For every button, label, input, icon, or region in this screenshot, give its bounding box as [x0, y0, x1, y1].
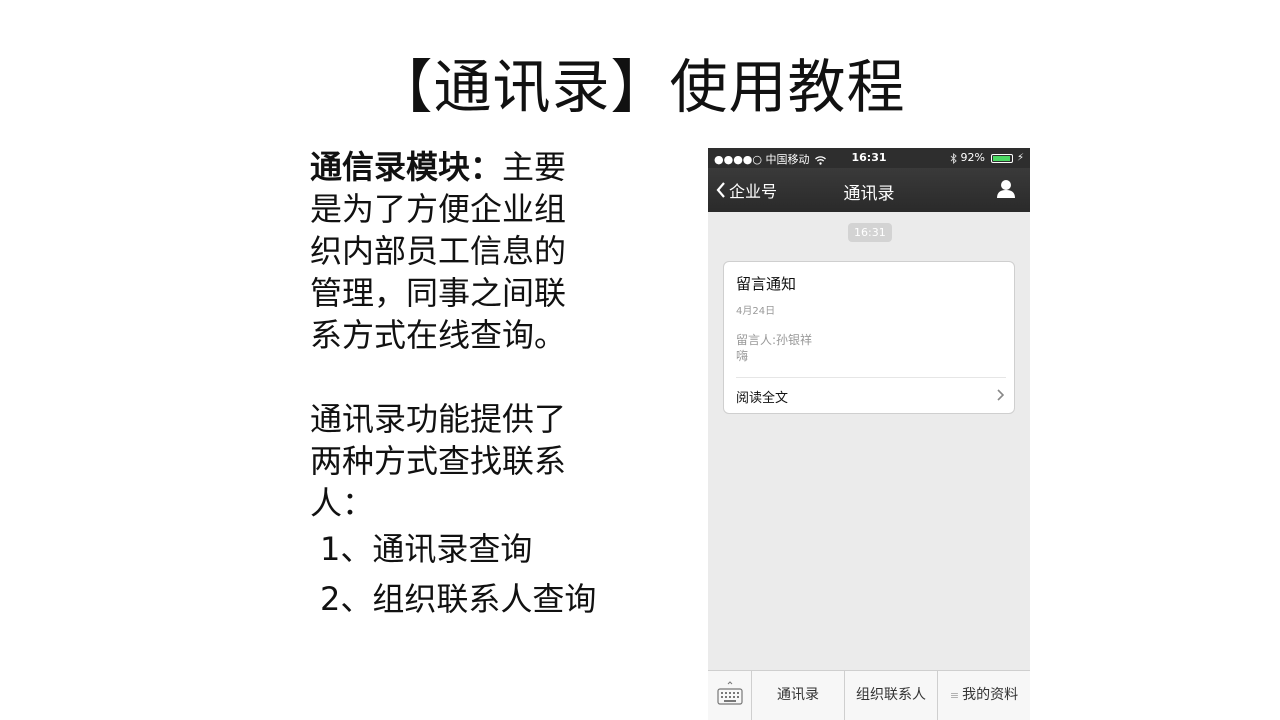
list-item-2: 2、组织联系人查询	[310, 574, 640, 624]
card-date: 4月24日	[736, 306, 776, 317]
user-icon	[997, 180, 1015, 198]
card-title: 留言通知	[736, 275, 797, 293]
slide-title: 【通讯录】使用教程	[374, 53, 906, 121]
read-more-label: 阅读全文	[736, 391, 789, 406]
list-text: 通讯录查询	[372, 530, 533, 568]
card-sender: 留言人:孙银祥	[736, 333, 813, 347]
battery-icon	[991, 153, 1014, 163]
charging-icon: ⚡	[1016, 152, 1024, 164]
battery-percent: 92%	[960, 151, 985, 164]
chevron-left-icon	[716, 182, 725, 198]
card-body: 留言人:孙银祥 嗨	[736, 332, 812, 364]
phone-screenshot: ●●●●○ 中国移动 16:31 92% ⚡ 企业号 通讯录 16:31 留言通…	[708, 148, 1030, 720]
profile-button[interactable]	[996, 179, 1016, 203]
tab-my-profile-label: 我的资料	[962, 687, 1019, 703]
description-text: 通信录模块：主要是为了方便企业组织内部员工信息的管理，同事之间联系方式在线查询。…	[310, 146, 640, 624]
nav-bar: 企业号 通讯录	[708, 168, 1030, 212]
tab-contacts[interactable]: 通讯录	[752, 671, 845, 720]
list-item-1: 1、通讯录查询	[310, 524, 640, 574]
chevron-right-icon	[997, 389, 1004, 401]
menu-lines-icon: ≡	[949, 689, 960, 702]
bluetooth-icon	[950, 152, 957, 164]
feature-description: 通讯录功能提供了两种方式查找联系人：	[310, 400, 567, 522]
module-description: 通信录模块：主要是为了方便企业组织内部员工信息的管理，同事之间联系方式在线查询。	[310, 146, 595, 356]
back-label: 企业号	[729, 182, 778, 201]
tab-my-profile[interactable]: ≡ 我的资料	[938, 671, 1030, 720]
tab-org-contacts[interactable]: 组织联系人	[845, 671, 938, 720]
keyboard-toggle[interactable]	[708, 671, 752, 720]
card-message: 嗨	[736, 349, 749, 363]
status-bar: ●●●●○ 中国移动 16:31 92% ⚡	[708, 148, 1030, 168]
battery-fill	[993, 155, 1011, 161]
bottom-menu: 通讯录 组织联系人 ≡ 我的资料	[708, 670, 1030, 720]
chat-timestamp: 16:31	[848, 223, 892, 242]
back-button[interactable]: 企业号	[716, 178, 777, 202]
list-number: 2、	[320, 580, 373, 618]
list-text: 组织联系人查询	[372, 580, 597, 618]
keyboard-icon	[717, 681, 743, 705]
module-heading: 通信录模块：	[310, 148, 503, 186]
list-number: 1、	[320, 530, 373, 568]
status-right: 92% ⚡	[950, 151, 1024, 164]
message-card[interactable]: 留言通知 4月24日 留言人:孙银祥 嗨 阅读全文	[723, 261, 1015, 414]
read-more-link[interactable]: 阅读全文	[724, 378, 1014, 414]
